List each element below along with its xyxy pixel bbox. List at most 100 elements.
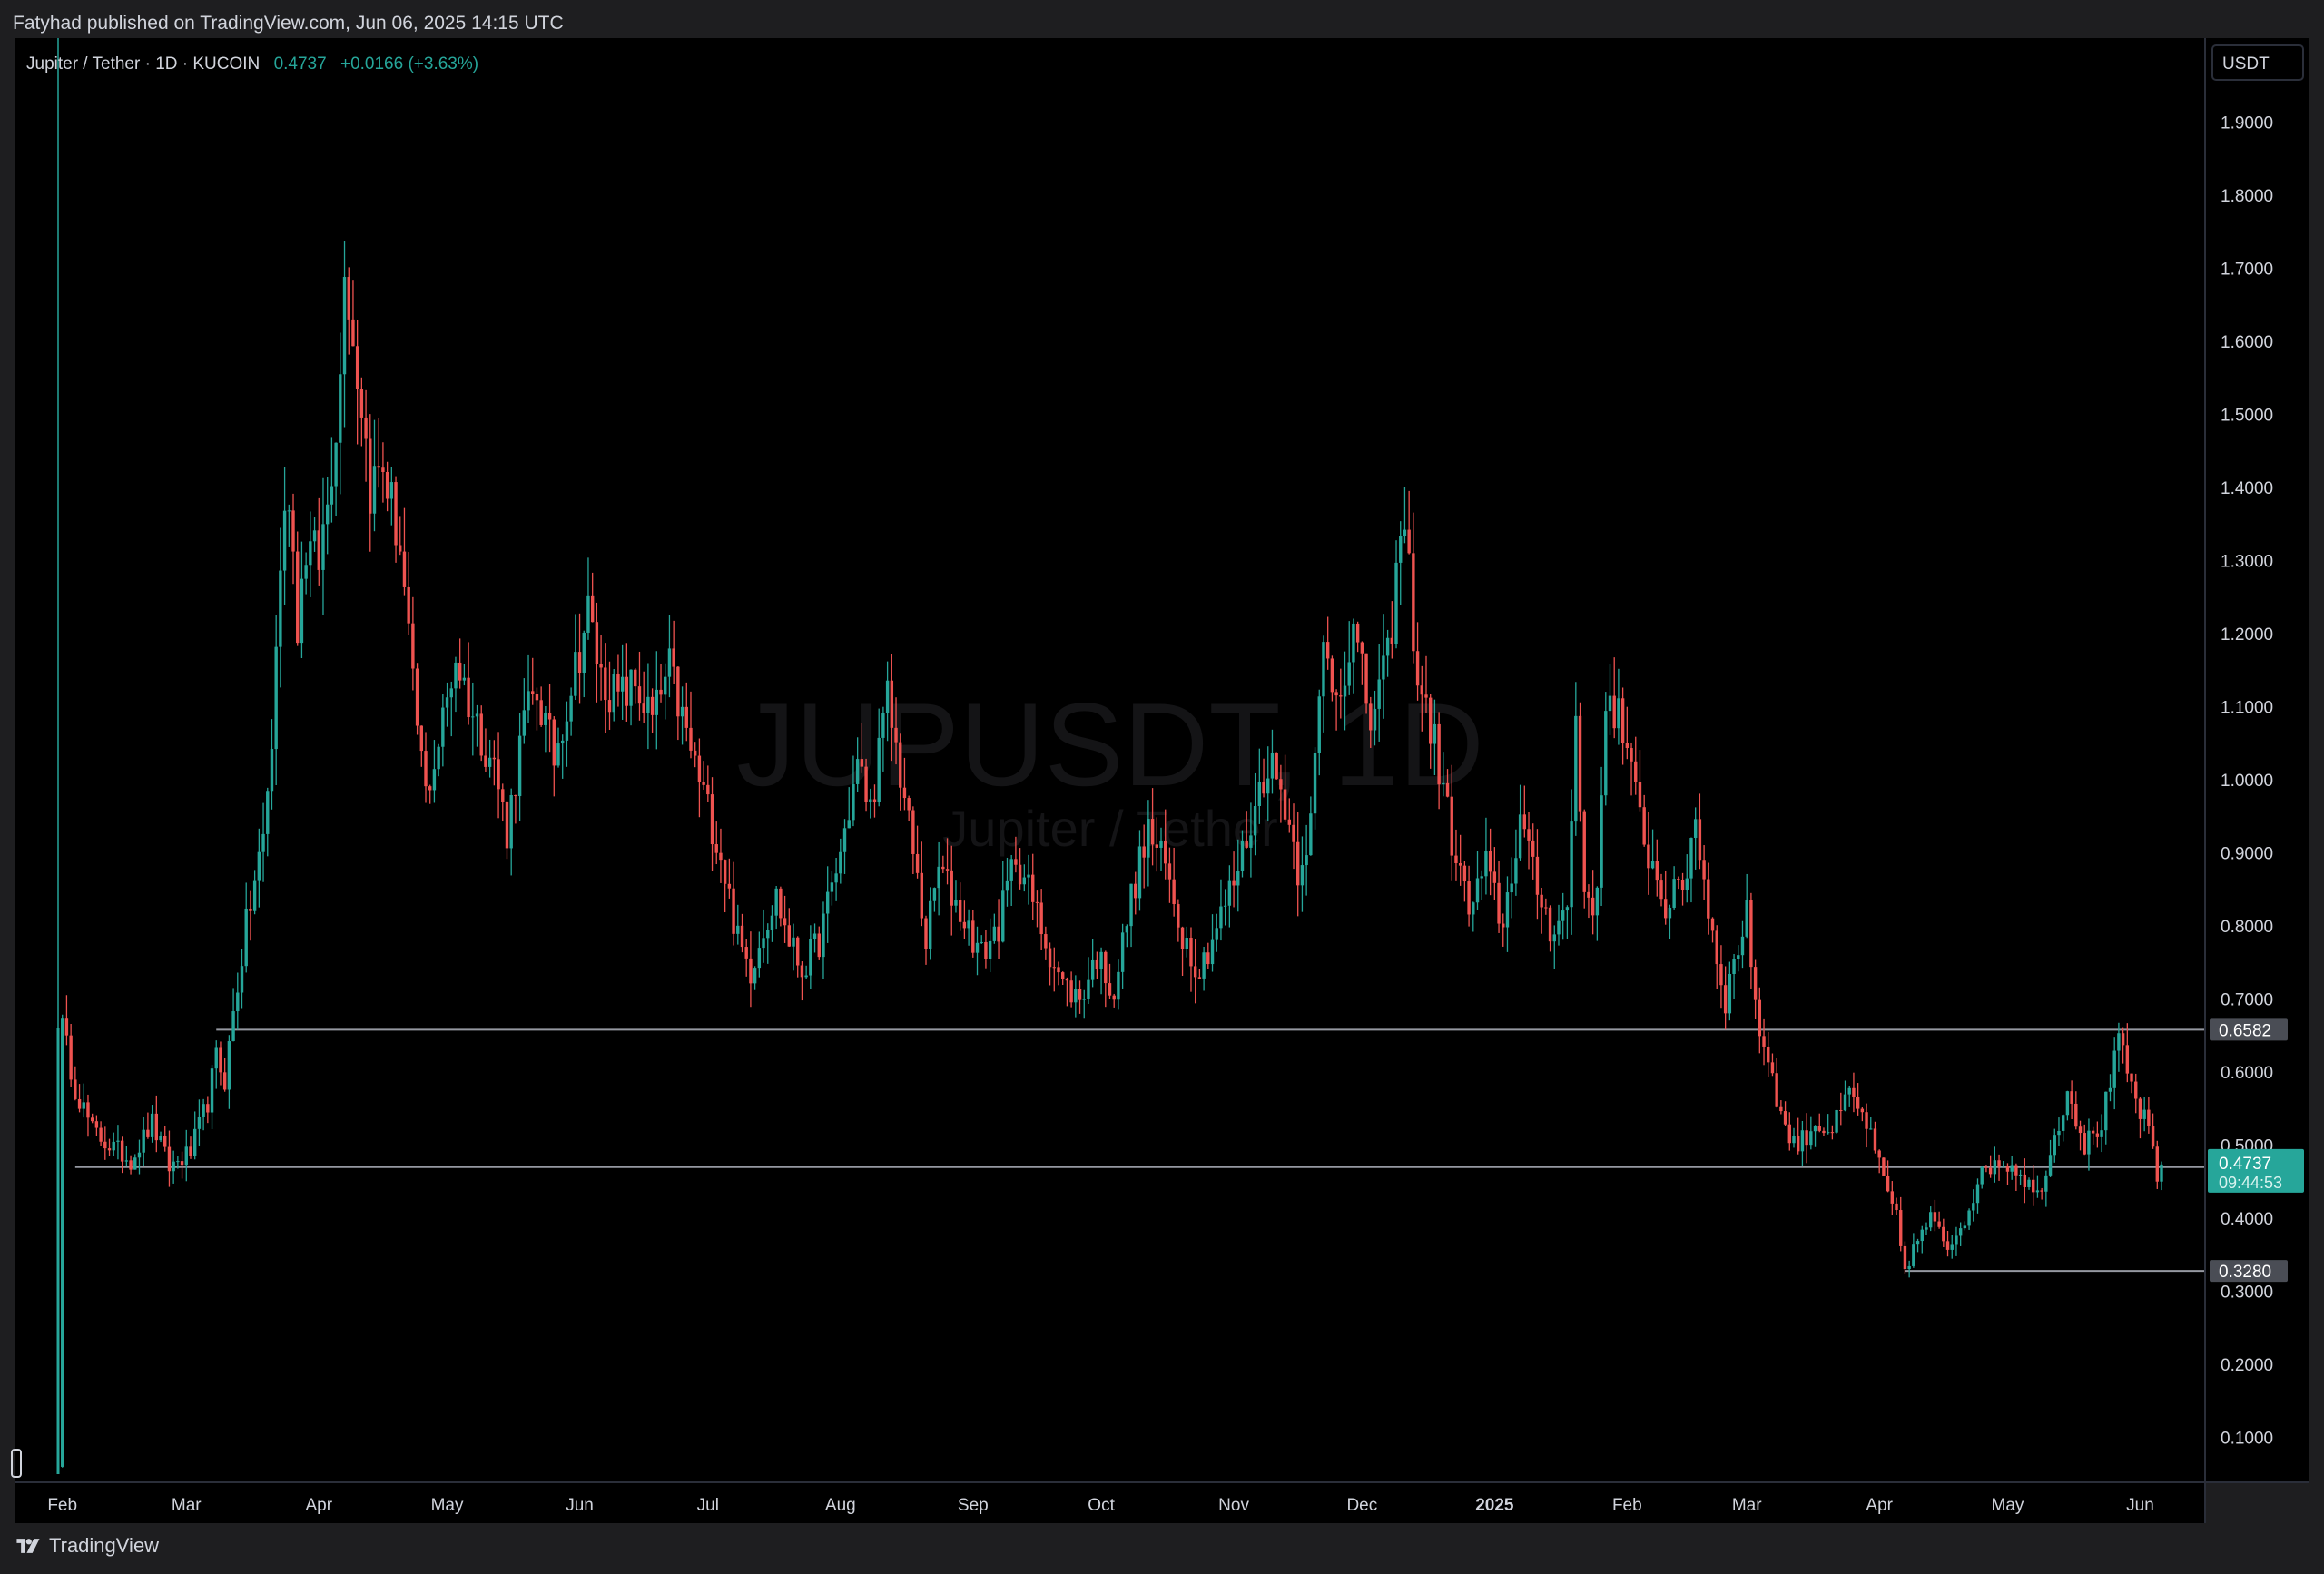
candle-body [167, 1146, 172, 1172]
candle-body [535, 694, 539, 701]
candle-body [1642, 807, 1646, 845]
candle-body [1112, 995, 1116, 1000]
candle-body [1770, 1062, 1775, 1074]
candle-body [634, 669, 637, 687]
candle-body [1385, 637, 1390, 656]
candle-body [454, 662, 458, 689]
candle-body [94, 1121, 99, 1128]
candle-body [1377, 679, 1381, 709]
candle-body [719, 852, 723, 861]
candle-body [783, 918, 787, 926]
candle-body [1945, 1241, 1950, 1250]
candle-body [1680, 880, 1685, 890]
candle-body [1843, 1094, 1847, 1111]
candle-body [1707, 879, 1710, 919]
candle-body [1339, 695, 1343, 697]
candle-body [1582, 811, 1586, 892]
candle-body [740, 925, 744, 948]
candle-body [1369, 703, 1373, 731]
candle-body [522, 710, 527, 736]
candle-body [1689, 838, 1693, 879]
candle-body [1445, 782, 1450, 797]
candle-body [252, 880, 257, 911]
candle-body [646, 696, 650, 713]
candle-body [1399, 536, 1403, 563]
candle-body [954, 900, 958, 906]
candle-body [202, 1104, 205, 1117]
price-tick-label: 0.1000 [2221, 1430, 2273, 1449]
candle-body [1634, 761, 1638, 782]
candle-body [1860, 1108, 1865, 1113]
candle-body [830, 882, 834, 892]
candle-body [1685, 878, 1689, 890]
candle-body [1412, 553, 1415, 652]
time-tick-label: Nov [1218, 1496, 1249, 1515]
candle-body [449, 688, 453, 698]
candle-body [1202, 952, 1206, 979]
candle-body [997, 926, 1000, 942]
candle-body [2040, 1190, 2043, 1192]
candle-body [1117, 971, 1120, 1000]
candle-body [822, 913, 825, 958]
candle-body [458, 662, 462, 681]
candle-body [334, 442, 338, 487]
last-price-label: 0.4737 [2219, 1155, 2271, 1174]
price-chart[interactable]: JUPUSDT, 1D Jupiter / Tether 0.10000.200… [0, 0, 2324, 1574]
candle-body [497, 759, 500, 790]
candle-body [1767, 1046, 1770, 1063]
legend-symbol: Jupiter / Tether · 1D · KUCOIN [26, 54, 260, 74]
candle-body [2147, 1109, 2151, 1126]
candle-body [1069, 980, 1073, 1003]
candle-body [1915, 1241, 1920, 1245]
candle-body [1022, 877, 1027, 885]
candle-body [1659, 880, 1663, 900]
candle-body [261, 833, 265, 852]
candle-body [689, 727, 693, 751]
candle-body [676, 666, 680, 717]
candle-body [915, 853, 920, 873]
candle-body [1309, 813, 1313, 856]
candle-body [1142, 846, 1146, 858]
candle-body [214, 1047, 218, 1069]
candle-body [680, 706, 684, 717]
candle-body [192, 1128, 197, 1156]
candle-body [1552, 934, 1556, 942]
candle-body [1540, 894, 1543, 908]
candle-body [189, 1146, 192, 1156]
candle-body [650, 696, 655, 715]
candle-body [339, 374, 342, 443]
candle-body [1570, 821, 1573, 908]
candle-body [1137, 846, 1142, 899]
candle-body [1266, 778, 1270, 794]
candle-body [804, 975, 808, 978]
candle-body [629, 669, 633, 706]
price-tick-label: 1.7000 [2221, 261, 2273, 280]
candle-body [1933, 1212, 1937, 1222]
candle-body [825, 891, 830, 914]
candle-body [1001, 890, 1005, 942]
currency-button[interactable]: USDT [2211, 44, 2304, 81]
candle-body [792, 937, 795, 947]
candle-body [877, 737, 881, 803]
candle-body [1031, 874, 1035, 902]
time-tick-label: Apr [1866, 1496, 1893, 1515]
time-tick-label: May [431, 1496, 464, 1515]
legend-last: 0.4737 [274, 54, 327, 74]
candle-body [419, 725, 423, 752]
candle-body [890, 680, 894, 728]
candle-body [1779, 1106, 1783, 1112]
candle-body [505, 802, 509, 849]
candle-body [1980, 1166, 1984, 1185]
candle-body [697, 755, 702, 782]
candle-body [1164, 840, 1167, 864]
footer-brand[interactable]: TradingView [15, 1534, 159, 1558]
candle-body [1454, 855, 1458, 863]
candle-body [197, 1117, 202, 1129]
candle-body [1664, 899, 1668, 919]
candle-body [766, 930, 770, 939]
candle-body [1800, 1130, 1805, 1152]
candle-body [1009, 859, 1013, 881]
candle-body [1210, 939, 1215, 965]
candle-body [2121, 1033, 2125, 1046]
price-tick-label: 1.2000 [2221, 625, 2273, 644]
